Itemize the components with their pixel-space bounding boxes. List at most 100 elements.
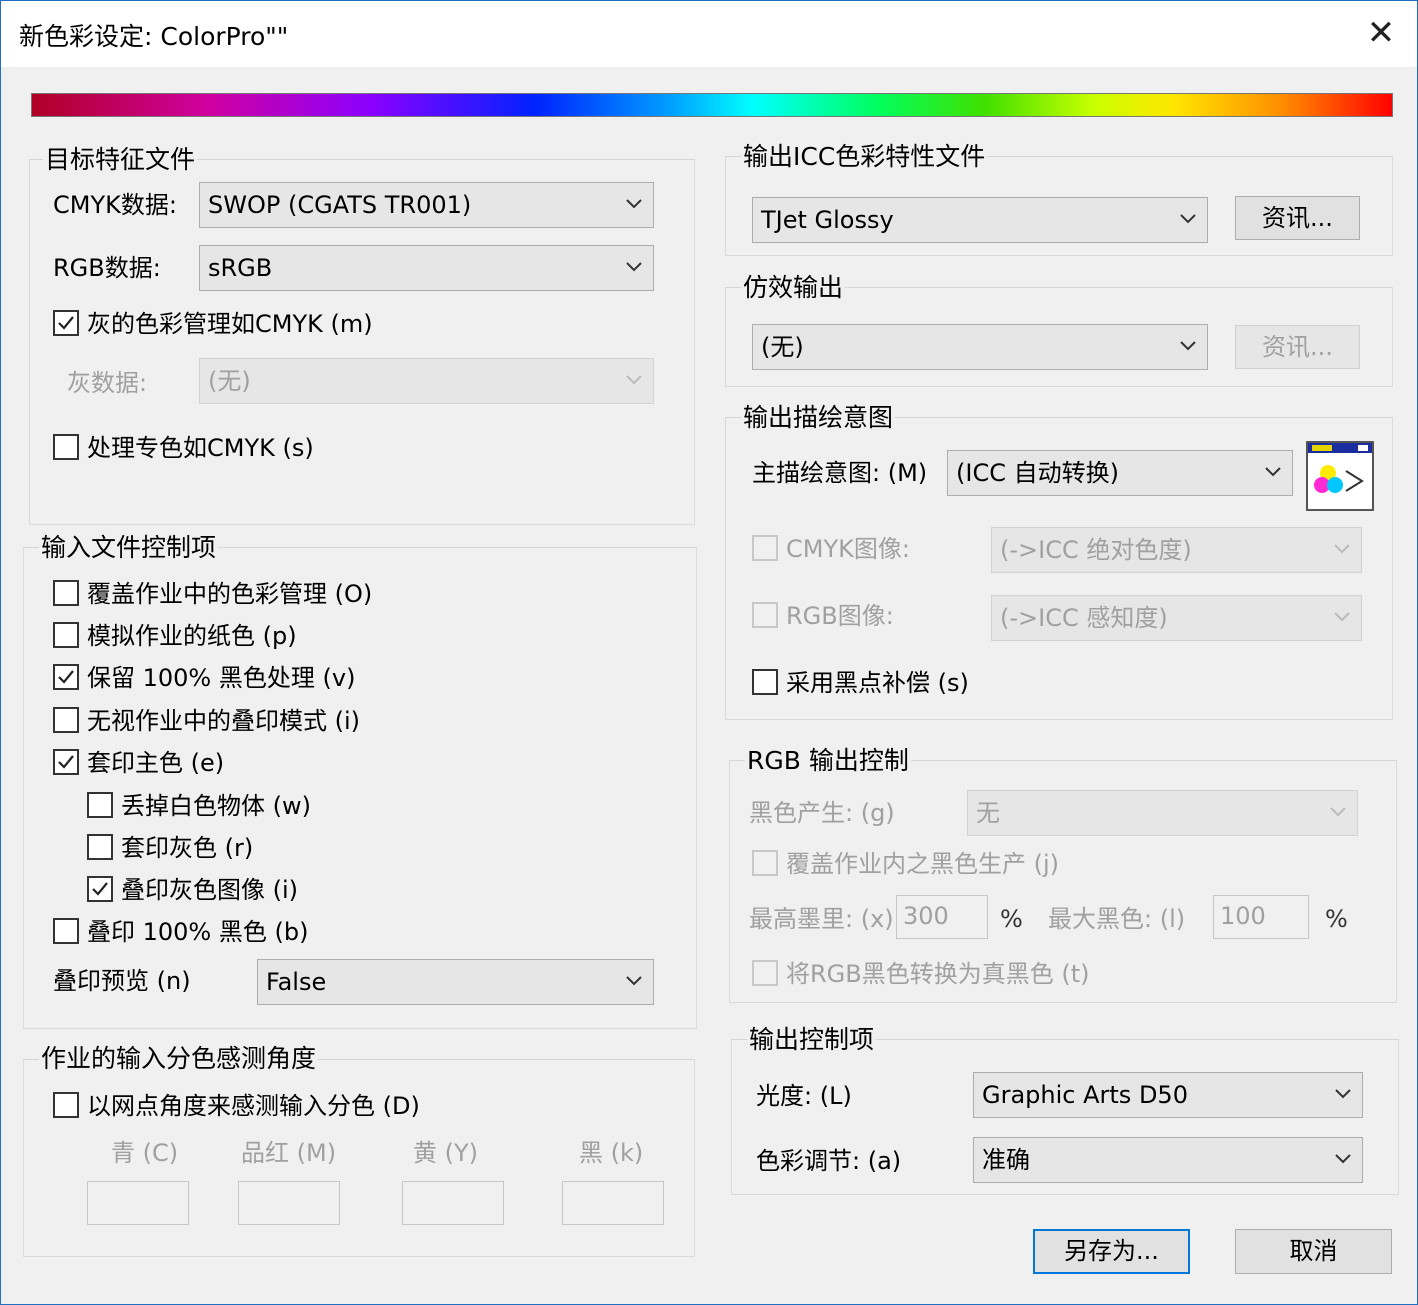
main-intent-label: 主描绘意图: (M)	[752, 459, 928, 487]
output-icc-info-button[interactable]: 资讯...	[1235, 196, 1360, 240]
black-generation-select[interactable]: 无	[967, 790, 1358, 836]
max-black-label: 最大黑色: (l)	[1048, 905, 1186, 933]
override-job-cm-label: 覆盖作业中的色彩管理 (O)	[87, 580, 373, 608]
target-profiles-title: 目标特征文件	[43, 145, 198, 175]
black-label: 黑 (k)	[579, 1139, 644, 1167]
checkbox-box	[752, 960, 778, 986]
output-icc-title: 输出ICC色彩特性文件	[741, 142, 988, 172]
cancel-button[interactable]: 取消	[1235, 1229, 1392, 1274]
gray-as-cmyk-label: 灰的色彩管理如CMYK (m)	[87, 310, 373, 338]
color-adjust-label: 色彩调节: (a)	[756, 1147, 902, 1175]
rgb-image-intent-label: RGB图像:	[786, 602, 894, 630]
simulate-paper-color-label: 模拟作业的纸色 (p)	[87, 622, 297, 650]
checkbox-box	[53, 580, 79, 606]
chevron-down-icon	[1179, 210, 1197, 228]
color-adjust-value: 准确	[982, 1146, 1030, 1174]
preserve-black-label: 保留 100% 黑色处理 (v)	[87, 664, 356, 692]
spot-as-cmyk-label: 处理专色如CMYK (s)	[87, 434, 314, 462]
checkmark-icon	[58, 316, 74, 330]
max-ink-label: 最高墨里: (x)	[749, 905, 894, 933]
emulation-info-button[interactable]: 资讯...	[1235, 325, 1360, 369]
checkbox-box	[752, 850, 778, 876]
checkbox-box	[752, 602, 778, 628]
output-icc-select[interactable]: TJet Glossy	[752, 197, 1208, 243]
overprint-black-label: 叠印 100% 黑色 (b)	[87, 918, 309, 946]
checkbox-box	[53, 664, 79, 690]
input-controls-title: 输入文件控制项	[39, 533, 219, 563]
checkbox-box	[53, 749, 79, 775]
chevron-down-icon	[1334, 1150, 1352, 1168]
max-black-input[interactable]: 100	[1213, 895, 1309, 939]
chevron-down-icon	[1179, 337, 1197, 355]
rgb-data-value: sRGB	[208, 254, 273, 282]
magenta-label: 品红 (M)	[241, 1139, 337, 1167]
window-title: 新色彩设定: ColorPro""	[19, 22, 289, 51]
gray-data-label: 灰数据:	[67, 369, 148, 397]
rgb-output-title: RGB 输出控制	[745, 746, 911, 776]
checkbox-box	[53, 310, 79, 336]
knockout-white-label: 丢掉白色物体 (w)	[121, 792, 311, 820]
illuminant-label: 光度: (L)	[756, 1082, 852, 1110]
yellow-label: 黄 (Y)	[413, 1139, 479, 1167]
illuminant-select[interactable]: Graphic Arts D50	[973, 1072, 1363, 1118]
cmyk-image-intent-select[interactable]: (->ICC 绝对色度)	[991, 527, 1362, 573]
checkbox-box	[53, 622, 79, 648]
main-intent-select[interactable]: (ICC 自动转换)	[947, 450, 1293, 496]
gray-data-select[interactable]: (无)	[199, 358, 654, 404]
yellow-angle-input[interactable]	[402, 1181, 504, 1225]
cmyk-image-intent-label: CMYK图像:	[786, 535, 910, 563]
chevron-down-icon	[1329, 803, 1347, 821]
cyan-angle-input[interactable]	[87, 1181, 189, 1225]
overprint-gray-images-label: 叠印灰色图像 (i)	[121, 876, 299, 904]
dialog-window: 新色彩设定: ColorPro"" ✕ 目标特征文件 CMYK数据: SWOP …	[0, 0, 1418, 1305]
detect-separations-label: 以网点角度来感测输入分色 (D)	[87, 1092, 420, 1120]
black-generation-label: 黑色产生: (g)	[749, 799, 895, 827]
checkbox-box	[53, 918, 79, 944]
color-adjust-select[interactable]: 准确	[973, 1137, 1363, 1183]
output-controls-title: 输出控制项	[747, 1025, 877, 1055]
separation-angle-title: 作业的输入分色感测角度	[39, 1044, 319, 1074]
color-spectrum-bar	[31, 93, 1393, 117]
checkmark-icon	[92, 882, 108, 896]
chevron-down-icon	[1333, 540, 1351, 558]
rendering-intent-title: 输出描绘意图	[741, 403, 896, 433]
checkbox-box	[53, 707, 79, 733]
chevron-down-icon	[625, 258, 643, 276]
overprint-preview-select[interactable]: False	[257, 959, 654, 1005]
rgb-image-intent-select[interactable]: (->ICC 感知度)	[991, 595, 1362, 641]
override-job-black-label: 覆盖作业内之黑色生产 (j)	[786, 850, 1060, 878]
chevron-down-icon	[625, 371, 643, 389]
max-ink-input[interactable]: 300	[896, 895, 988, 939]
checkbox-box	[752, 669, 778, 695]
emulation-select[interactable]: (无)	[752, 324, 1208, 370]
rgb-image-intent-value: (->ICC 感知度)	[1000, 604, 1168, 632]
black-generation-value: 无	[976, 799, 1000, 827]
magenta-angle-input[interactable]	[238, 1181, 340, 1225]
main-intent-value: (ICC 自动转换)	[956, 459, 1119, 487]
color-preview-icon[interactable]	[1306, 441, 1374, 511]
checkbox-box	[87, 834, 113, 860]
checkbox-box	[87, 876, 113, 902]
chevron-down-icon	[625, 972, 643, 990]
max-black-percent: %	[1325, 905, 1348, 933]
black-point-compensation-label: 采用黑点补偿 (s)	[786, 669, 969, 697]
cmyk-data-select[interactable]: SWOP (CGATS TR001)	[199, 182, 654, 228]
emulation-value: (无)	[761, 333, 804, 361]
checkbox-box	[87, 792, 113, 818]
save-as-button[interactable]: 另存为...	[1033, 1229, 1190, 1274]
close-button[interactable]: ✕	[1361, 11, 1401, 55]
title-bar: 新色彩设定: ColorPro"" ✕	[1, 1, 1417, 67]
chevron-down-icon	[1264, 463, 1282, 481]
checkbox-box	[752, 535, 778, 561]
checkbox-box	[53, 1092, 79, 1118]
max-ink-percent: %	[1000, 905, 1023, 933]
overprint-gray-label: 套印灰色 (r)	[121, 834, 254, 862]
cyan-label: 青 (C)	[111, 1139, 179, 1167]
rgb-data-select[interactable]: sRGB	[199, 245, 654, 291]
ignore-overprint-mode-label: 无视作业中的叠印模式 (i)	[87, 707, 361, 735]
illuminant-value: Graphic Arts D50	[982, 1081, 1188, 1109]
close-icon: ✕	[1366, 13, 1396, 53]
cmyk-data-value: SWOP (CGATS TR001)	[208, 191, 472, 219]
black-angle-input[interactable]	[562, 1181, 664, 1225]
chevron-down-icon	[1334, 1085, 1352, 1103]
